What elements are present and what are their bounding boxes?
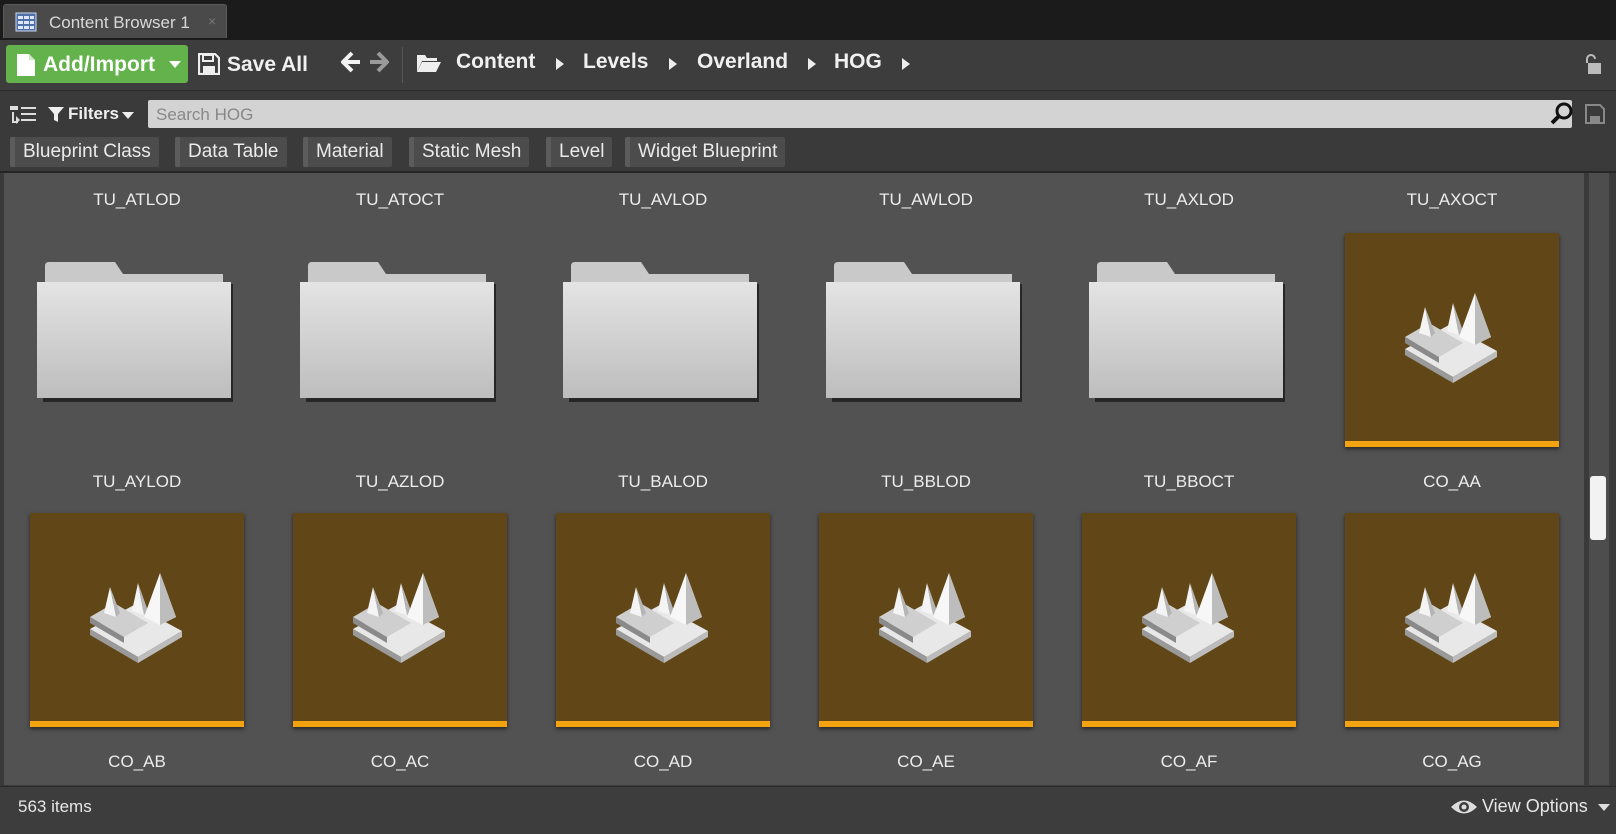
title-bar [0, 0, 1616, 40]
breadcrumb-hog[interactable]: HOG [834, 50, 882, 74]
folder-icon[interactable] [300, 262, 496, 402]
folder-open-icon [417, 55, 441, 72]
level-icon [616, 573, 708, 663]
filter-chip-material[interactable]: Material [303, 137, 392, 167]
eye-icon [1451, 800, 1477, 814]
filter-chip-static-mesh[interactable]: Static Mesh [409, 137, 530, 167]
close-icon[interactable]: × [208, 13, 216, 29]
new-file-icon [17, 54, 35, 76]
breadcrumb-arrow-icon[interactable] [669, 58, 677, 70]
filter-chip-data-table[interactable]: Data Table [175, 137, 287, 167]
level-asset-thumbnail[interactable] [293, 513, 507, 727]
chevron-down-icon [169, 61, 181, 68]
asset-label[interactable]: TU_AXLOD [1069, 190, 1309, 210]
source-tree-icon[interactable] [10, 104, 36, 124]
asset-label[interactable]: TU_BALOD [543, 472, 783, 492]
view-options-label: View Options [1482, 796, 1588, 816]
save-icon [198, 53, 220, 75]
asset-type-bar [1345, 721, 1559, 727]
level-asset-thumbnail[interactable] [1345, 233, 1559, 447]
search-input[interactable] [154, 103, 1528, 127]
asset-label[interactable]: TU_BBLOD [806, 472, 1046, 492]
breadcrumb-arrow-icon[interactable] [808, 58, 816, 70]
level-icon [1142, 573, 1234, 663]
level-asset-thumbnail[interactable] [819, 513, 1033, 727]
asset-label[interactable]: CO_AG [1332, 752, 1572, 772]
chevron-down-icon [1598, 804, 1610, 811]
asset-type-bar [819, 721, 1033, 727]
asset-label[interactable]: CO_AE [806, 752, 1046, 772]
tab-content-browser[interactable]: Content Browser 1 × [3, 4, 227, 38]
scrollbar-thumb[interactable] [1590, 476, 1606, 540]
asset-label[interactable]: CO_AA [1332, 472, 1572, 492]
asset-type-bar [30, 721, 244, 727]
save-all-button[interactable]: Save All [198, 45, 318, 83]
search-box[interactable] [148, 100, 1572, 128]
folder-icon[interactable] [37, 262, 233, 402]
asset-label[interactable]: TU_AVLOD [543, 190, 783, 210]
asset-label[interactable]: CO_AD [543, 752, 783, 772]
level-asset-thumbnail[interactable] [1345, 513, 1559, 727]
content-browser-icon [15, 12, 37, 32]
breadcrumb-overland[interactable]: Overland [697, 50, 788, 74]
search-icon[interactable] [1550, 102, 1574, 126]
save-all-label: Save All [227, 53, 308, 76]
level-icon [879, 573, 971, 663]
asset-type-bar [556, 721, 770, 727]
status-bar [0, 786, 1616, 834]
breadcrumb-content[interactable]: Content [456, 50, 535, 74]
filter-chip-level[interactable]: Level [546, 137, 613, 167]
filters-label: Filters [68, 104, 120, 123]
breadcrumb-arrow-icon[interactable] [556, 58, 564, 70]
asset-label[interactable]: CO_AB [17, 752, 257, 772]
item-count: 563 items [18, 797, 92, 816]
folder-icon[interactable] [826, 262, 1022, 402]
breadcrumb-arrow-icon[interactable] [902, 58, 910, 70]
asset-label[interactable]: TU_ATOCT [280, 190, 520, 210]
asset-label[interactable]: TU_BBOCT [1069, 472, 1309, 492]
level-asset-thumbnail[interactable] [1082, 513, 1296, 727]
folder-icon[interactable] [1089, 262, 1285, 402]
toolbar-divider [402, 47, 403, 83]
save-search-icon[interactable] [1585, 104, 1605, 124]
asset-label[interactable]: CO_AF [1069, 752, 1309, 772]
asset-type-bar [293, 721, 507, 727]
asset-label[interactable]: CO_AC [280, 752, 520, 772]
level-asset-thumbnail[interactable] [30, 513, 244, 727]
asset-type-bar [1082, 721, 1296, 727]
forward-arrow-icon[interactable] [368, 51, 390, 73]
tab-title: Content Browser 1 [49, 13, 190, 32]
back-arrow-icon[interactable] [340, 51, 362, 73]
asset-label[interactable]: TU_AXOCT [1332, 190, 1572, 210]
filter-chip-widget-blueprint[interactable]: Widget Blueprint [625, 137, 786, 167]
asset-label[interactable]: TU_AWLOD [806, 190, 1046, 210]
level-icon [1405, 293, 1497, 383]
breadcrumb-levels[interactable]: Levels [583, 50, 648, 74]
asset-type-bar [1345, 441, 1559, 447]
level-icon [353, 573, 445, 663]
asset-label[interactable]: TU_AZLOD [280, 472, 520, 492]
add-import-label: Add/Import [43, 53, 155, 76]
add-import-button[interactable]: Add/Import [6, 45, 188, 83]
filter-icon [48, 107, 64, 122]
level-icon [90, 573, 182, 663]
level-icon [1405, 573, 1497, 663]
level-asset-thumbnail[interactable] [556, 513, 770, 727]
folder-icon[interactable] [563, 262, 759, 402]
filter-chip-blueprint-class[interactable]: Blueprint Class [10, 137, 159, 167]
chevron-down-icon [122, 112, 134, 119]
unlock-icon[interactable] [1583, 53, 1603, 75]
asset-label[interactable]: TU_AYLOD [17, 472, 257, 492]
asset-label[interactable]: TU_ATLOD [17, 190, 257, 210]
